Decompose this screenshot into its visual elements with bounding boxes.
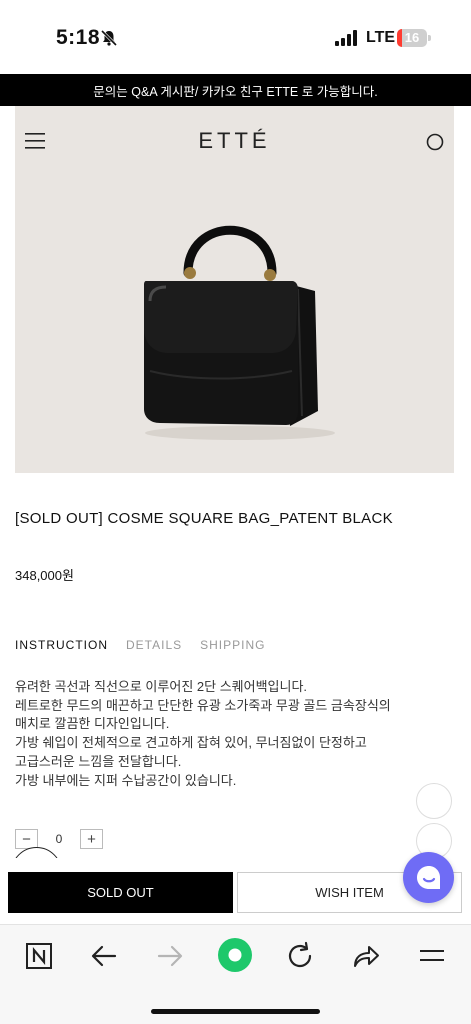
notice-text: 문의는 Q&A 게시판/ 카카오 친구 ETTE 로 가능합니다. xyxy=(93,84,378,99)
share-icon[interactable] xyxy=(351,941,381,971)
description-line: 레트로한 무드의 매끈하고 단단한 유광 소가죽과 무광 골드 금속장식의 xyxy=(15,697,391,713)
quantity-stepper: − 0 + xyxy=(15,829,103,849)
arrow-left-icon[interactable] xyxy=(89,941,119,971)
product-image: ETTÉ xyxy=(15,106,454,473)
search-icon[interactable] xyxy=(426,133,444,151)
signal-icon xyxy=(335,30,357,46)
bell-muted-icon xyxy=(100,29,118,47)
reload-icon[interactable] xyxy=(285,941,315,971)
info-tabs: INSTRUCTION DETAILS SHIPPING xyxy=(15,638,265,652)
quantity-plus-button[interactable]: + xyxy=(80,829,103,849)
product-price: 348,000원 xyxy=(15,568,74,583)
naver-n-icon[interactable] xyxy=(24,941,54,971)
home-indicator xyxy=(151,1009,320,1014)
brand-logo[interactable]: ETTÉ xyxy=(15,128,454,154)
status-bar: 5:18 LTE 16 xyxy=(0,0,471,74)
scroll-top-button[interactable] xyxy=(416,783,452,819)
purchase-bar: SOLD OUT WISH ITEM xyxy=(0,858,471,924)
quantity-value: 0 xyxy=(55,832,63,846)
network-label: LTE xyxy=(366,29,396,46)
bag-photo xyxy=(144,225,335,440)
description-line: 매치로 깔끔한 디자인입니다. xyxy=(15,716,170,732)
battery-level: 16 xyxy=(404,30,420,45)
description-line: 고급스러운 느낌을 전달합니다. xyxy=(15,753,182,769)
product-title: [SOLD OUT] COSME SQUARE BAG_PATENT BLACK xyxy=(15,510,393,527)
arrow-right-icon[interactable] xyxy=(155,941,185,971)
green-record-icon[interactable] xyxy=(217,937,253,973)
battery-icon: 16 xyxy=(397,29,431,47)
tab-instruction[interactable]: INSTRUCTION xyxy=(15,638,108,652)
chat-button[interactable] xyxy=(403,852,454,903)
description-line: 가방 내부에는 지퍼 수납공간이 있습니다. xyxy=(15,772,237,788)
product-description: 유려한 곡선과 직선으로 이루어진 2단 스퀘어백입니다. 레트로한 무드의 매… xyxy=(15,678,445,790)
chat-bubble-icon xyxy=(416,865,440,889)
tab-details[interactable]: DETAILS xyxy=(126,638,182,652)
notice-banner[interactable]: 문의는 Q&A 게시판/ 카카오 친구 ETTE 로 가능합니다. xyxy=(0,74,471,106)
sold-out-button[interactable]: SOLD OUT xyxy=(8,872,233,913)
quantity-minus-button[interactable]: − xyxy=(15,829,38,849)
tab-shipping[interactable]: SHIPPING xyxy=(200,638,265,652)
description-line: 유려한 곡선과 직선으로 이루어진 2단 스퀘어백입니다. xyxy=(15,679,308,694)
browser-toolbar xyxy=(0,924,471,1024)
more-menu-icon[interactable] xyxy=(417,941,447,971)
status-time: 5:18 xyxy=(56,26,101,49)
description-line: 가방 쉐입이 전체적으로 견고하게 잡혀 있어, 무너짐없이 단정하고 xyxy=(15,735,367,751)
